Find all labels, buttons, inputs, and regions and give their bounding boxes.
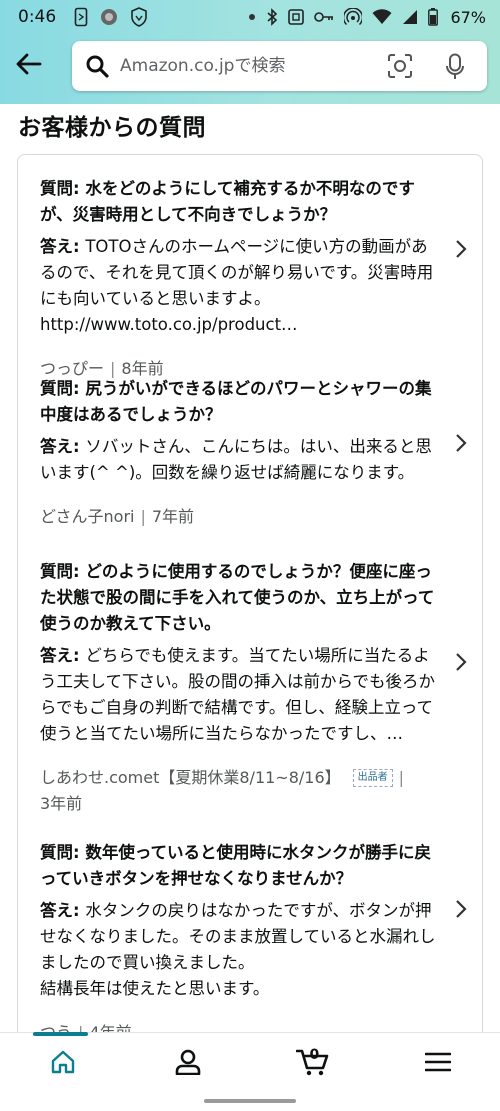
hamburger-menu-icon (424, 1052, 451, 1076)
qa-item[interactable]: 質問: 尻うがいができるほどのパワーとシャワーの集中度はあるでしょうか？ 答え:… (18, 376, 482, 546)
search-bar-row (0, 38, 500, 94)
question-label: 質問: (40, 843, 86, 862)
status-right-icons: 67% (248, 8, 486, 27)
question-label: 質問: (40, 379, 86, 398)
qa-body: 質問: 水をどのようにして補充するか不明なのですが、災害時用として不向きでしょう… (40, 176, 436, 382)
header: 0:46 67% Amazon.co.jpで検索 (0, 0, 500, 104)
author-name: どさん子nori (40, 507, 135, 526)
chevron-right-icon[interactable] (454, 898, 468, 924)
camera-scan-icon[interactable] (387, 53, 413, 83)
shield-icon (130, 7, 148, 27)
question-content: 尻うがいができるほどのパワーとシャワーの集中度はあるでしょうか？ (40, 379, 432, 424)
search-input[interactable] (120, 46, 370, 86)
answer-age: 3年前 (40, 794, 83, 813)
answer-meta: つう | 4年前 (40, 1020, 436, 1032)
question-label: 質問: (40, 562, 86, 581)
nav-account[interactable] (148, 1034, 228, 1094)
seller-badge: 出品者 (352, 769, 393, 787)
app-root: 0:46 67% Amazon.co.jpで検索 お客様からの質問 質問: 水を… (0, 0, 500, 1111)
meta-separator: | (78, 1023, 83, 1032)
content-area: お客様からの質問 質問: 水をどのようにして補充するか不明なのですが、災害時用と… (0, 104, 500, 1032)
answer-label: 答え: (40, 437, 86, 456)
microphone-icon[interactable] (445, 53, 465, 85)
answer-meta: しあわせ.comet【夏期休業8/11~8/16】 出品者 | 3年前 (40, 765, 436, 817)
author-name: つう (40, 1023, 72, 1032)
answer-age: 4年前 (89, 1023, 131, 1032)
qa-item[interactable]: 質問: 水をどのようにして補充するか不明なのですが、災害時用として不向きでしょう… (18, 176, 482, 378)
nav-menu[interactable] (398, 1034, 478, 1094)
wifi-icon (372, 9, 392, 25)
chevron-right-icon[interactable] (454, 432, 468, 458)
answer-label: 答え: (40, 237, 86, 256)
question-text: 質問: どのように使用するのでしょうか？便座に座った状態で股の間に手を入れて使う… (40, 559, 436, 637)
nav-cart[interactable]: 0 (273, 1034, 353, 1094)
answer-label: 答え: (40, 646, 86, 665)
nfc-icon (288, 9, 305, 25)
answer-text: 答え: どちらでも使えます。当てたい場所に当たるよう工夫して下さい。股の間の挿入… (40, 643, 436, 747)
app-circle-icon (100, 8, 118, 26)
search-box[interactable] (72, 41, 487, 91)
home-icon (50, 1050, 76, 1078)
qa-item[interactable]: 質問: 数年使っていると使用時に水タンクが勝手に戻っていきボタンを押せなくなりま… (18, 840, 482, 1032)
answer-meta: どさん子nori | 7年前 (40, 504, 436, 530)
question-content: 数年使っていると使用時に水タンクが勝手に戻っていきボタンを押せなくなりませんか？ (40, 843, 432, 888)
answer-content: どちらでも使えます。当てたい場所に当たるよう工夫して下さい。股の間の挿入は前から… (40, 646, 436, 743)
qa-body: 質問: どのように使用するのでしょうか？便座に座った状態で股の間に手を入れて使う… (40, 559, 436, 817)
dot-icon (248, 13, 256, 21)
chevron-right-icon[interactable] (454, 238, 468, 264)
question-text: 質問: 水をどのようにして補充するか不明なのですが、災害時用として不向きでしょう… (40, 176, 436, 228)
answer-content: ソバットさん、こんにちは。はい、出来ると思います(^ ^)。回数を繰り返せば綺麗… (40, 437, 432, 482)
gesture-handle[interactable] (204, 1099, 296, 1103)
phone-storage-icon (74, 7, 88, 27)
answer-text: 答え: TOTOさんのホームページに使い方の動画があるので、それを見て頂くのが解… (40, 234, 436, 338)
search-icon (74, 54, 120, 78)
chevron-right-icon[interactable] (454, 651, 468, 677)
question-label: 質問: (40, 179, 86, 198)
signal-icon (402, 9, 418, 25)
question-content: どのように使用するのでしょうか？便座に座った状態で股の間に手を入れて使うのか、立… (40, 562, 435, 633)
gesture-bar (0, 1094, 500, 1111)
back-button[interactable] (0, 38, 56, 94)
bluetooth-icon (266, 8, 278, 26)
status-bar: 0:46 67% (0, 0, 500, 34)
person-icon (175, 1049, 201, 1079)
status-time: 0:46 (18, 7, 57, 27)
answer-content: 水タンクの戻りはなかったですが、ボタンが押せなくなりました。そのまま放置している… (40, 901, 436, 998)
answer-text: 答え: 水タンクの戻りはなかったですが、ボタンが押せなくなりました。そのまま放置… (40, 898, 436, 1002)
qa-body: 質問: 数年使っていると使用時に水タンクが勝手に戻っていきボタンを押せなくなりま… (40, 840, 436, 1032)
qa-item[interactable]: 質問: どのように使用するのでしょうか？便座に座った状態で股の間に手を入れて使う… (18, 559, 482, 829)
nav-home[interactable] (23, 1034, 103, 1094)
answer-age: 7年前 (151, 507, 195, 526)
answer-content: TOTOさんのホームページに使い方の動画があるので、それを見て頂くのが解り易いで… (40, 237, 434, 334)
cart-count: 0 (309, 1046, 320, 1063)
qa-card: 質問: 水をどのようにして補充するか不明なのですが、災害時用として不向きでしょう… (17, 154, 483, 1032)
meta-separator: | (140, 507, 146, 526)
answer-label: 答え: (40, 901, 86, 920)
bottom-nav: 0 (0, 1032, 500, 1094)
back-arrow-icon (14, 52, 42, 80)
section-title: お客様からの質問 (18, 115, 206, 141)
battery-percent: 67% (450, 7, 486, 27)
author-name: しあわせ.comet【夏期休業8/11~8/16】 (40, 768, 341, 787)
question-content: 水をどのようにして補充するか不明なのですが、災害時用として不向きでしょうか？ (40, 179, 415, 224)
battery-icon (428, 8, 439, 26)
meta-separator: | (398, 768, 405, 787)
question-text: 質問: 尻うがいができるほどのパワーとシャワーの集中度はあるでしょうか？ (40, 376, 436, 428)
hotspot-icon (344, 8, 363, 26)
question-text: 質問: 数年使っていると使用時に水タンクが勝手に戻っていきボタンを押せなくなりま… (40, 840, 436, 892)
qa-body: 質問: 尻うがいができるほどのパワーとシャワーの集中度はあるでしょうか？ 答え:… (40, 376, 436, 530)
key-icon (314, 11, 334, 23)
answer-text: 答え: ソバットさん、こんにちは。はい、出来ると思います(^ ^)。回数を繰り返… (40, 434, 436, 486)
status-left-icons (74, 7, 148, 27)
